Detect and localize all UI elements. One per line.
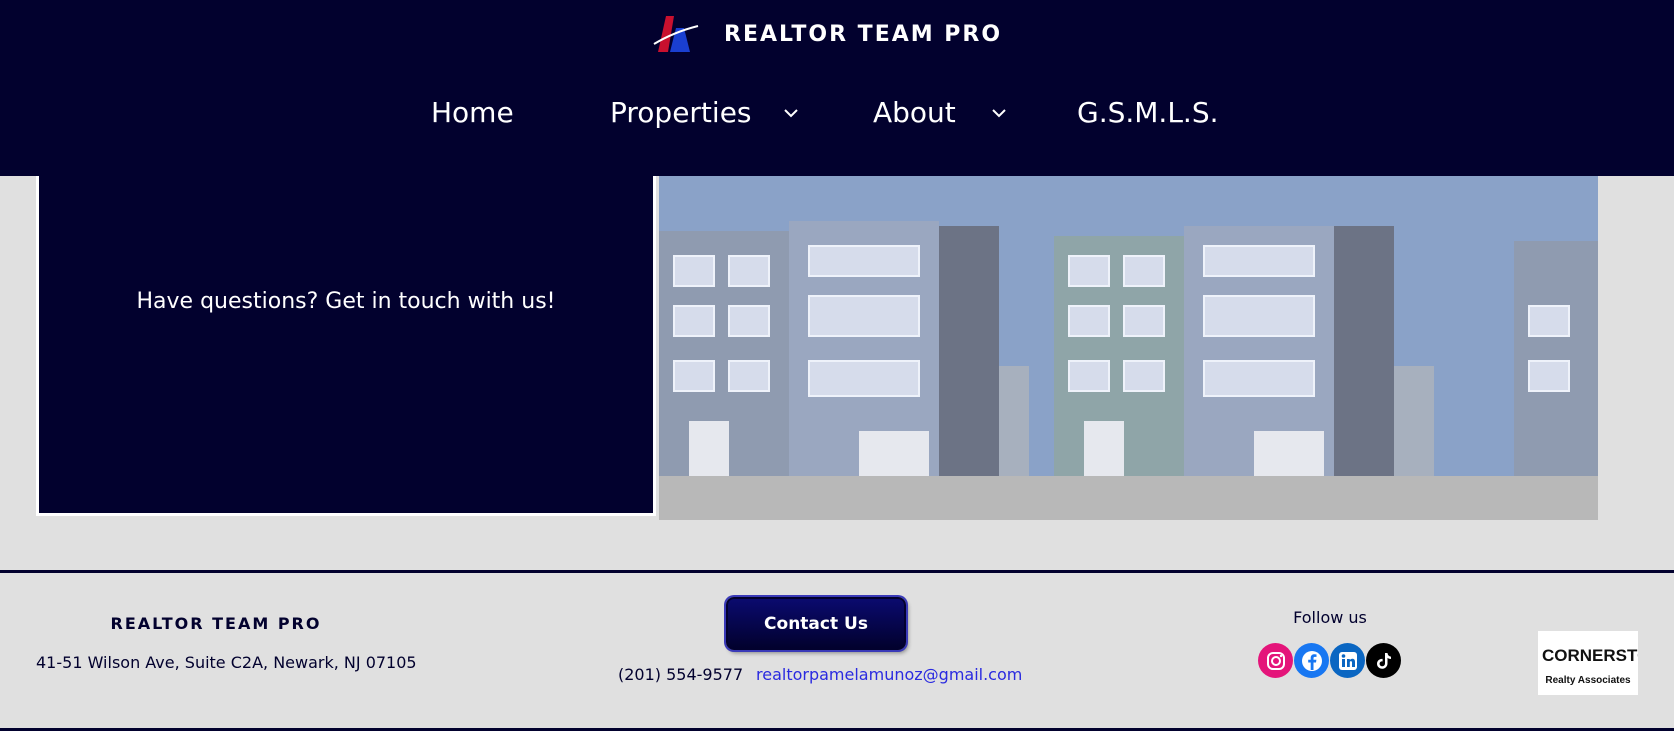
footer-address: 41-51 Wilson Ave, Suite C2A, Newark, NJ … — [36, 653, 417, 672]
townhouses-image — [659, 176, 1598, 520]
footer-divider — [0, 570, 1674, 573]
svg-text:Realty Associates: Realty Associates — [1545, 675, 1631, 686]
cta-text: Have questions? Get in touch with us! — [136, 289, 556, 314]
cta-panel: Have questions? Get in touch with us! — [36, 176, 656, 516]
nav-gsmls[interactable]: G.S.M.L.S. — [1077, 96, 1219, 129]
facebook-icon[interactable] — [1294, 643, 1329, 678]
brand-name: REALTOR TEAM PRO — [724, 21, 1003, 47]
main-nav: Home Properties About G.S.M.L.S. — [0, 96, 1674, 146]
brand[interactable]: REALTOR TEAM PRO — [652, 14, 1002, 54]
svg-text:CORNERSTONE: CORNERSTONE — [1542, 646, 1638, 665]
chevron-down-icon[interactable] — [991, 108, 1007, 118]
tiktok-icon[interactable] — [1366, 643, 1401, 678]
email-link[interactable]: realtorpamelamunoz@gmail.com — [756, 665, 1022, 684]
property-photo — [659, 176, 1598, 520]
nav-properties[interactable]: Properties — [610, 96, 752, 129]
contact-us-button[interactable]: Contact Us — [726, 597, 906, 650]
follow-us-label: Follow us — [1293, 608, 1367, 627]
instagram-icon[interactable] — [1258, 643, 1293, 678]
site-header: REALTOR TEAM PRO Home Properties About G… — [0, 0, 1674, 176]
main-content: Have questions? Get in touch with us! — [0, 176, 1674, 571]
nav-home[interactable]: Home — [431, 96, 514, 129]
realtor-logo-icon — [653, 16, 699, 52]
chevron-down-icon[interactable] — [783, 108, 799, 118]
footer-brand-name: REALTOR TEAM PRO — [110, 614, 322, 633]
phone-number[interactable]: (201) 554-9577 — [618, 665, 743, 684]
nav-about[interactable]: About — [873, 96, 956, 129]
cornerstone-logo[interactable]: CORNERSTONE Realty Associates — [1538, 631, 1674, 695]
linkedin-icon[interactable] — [1330, 643, 1365, 678]
